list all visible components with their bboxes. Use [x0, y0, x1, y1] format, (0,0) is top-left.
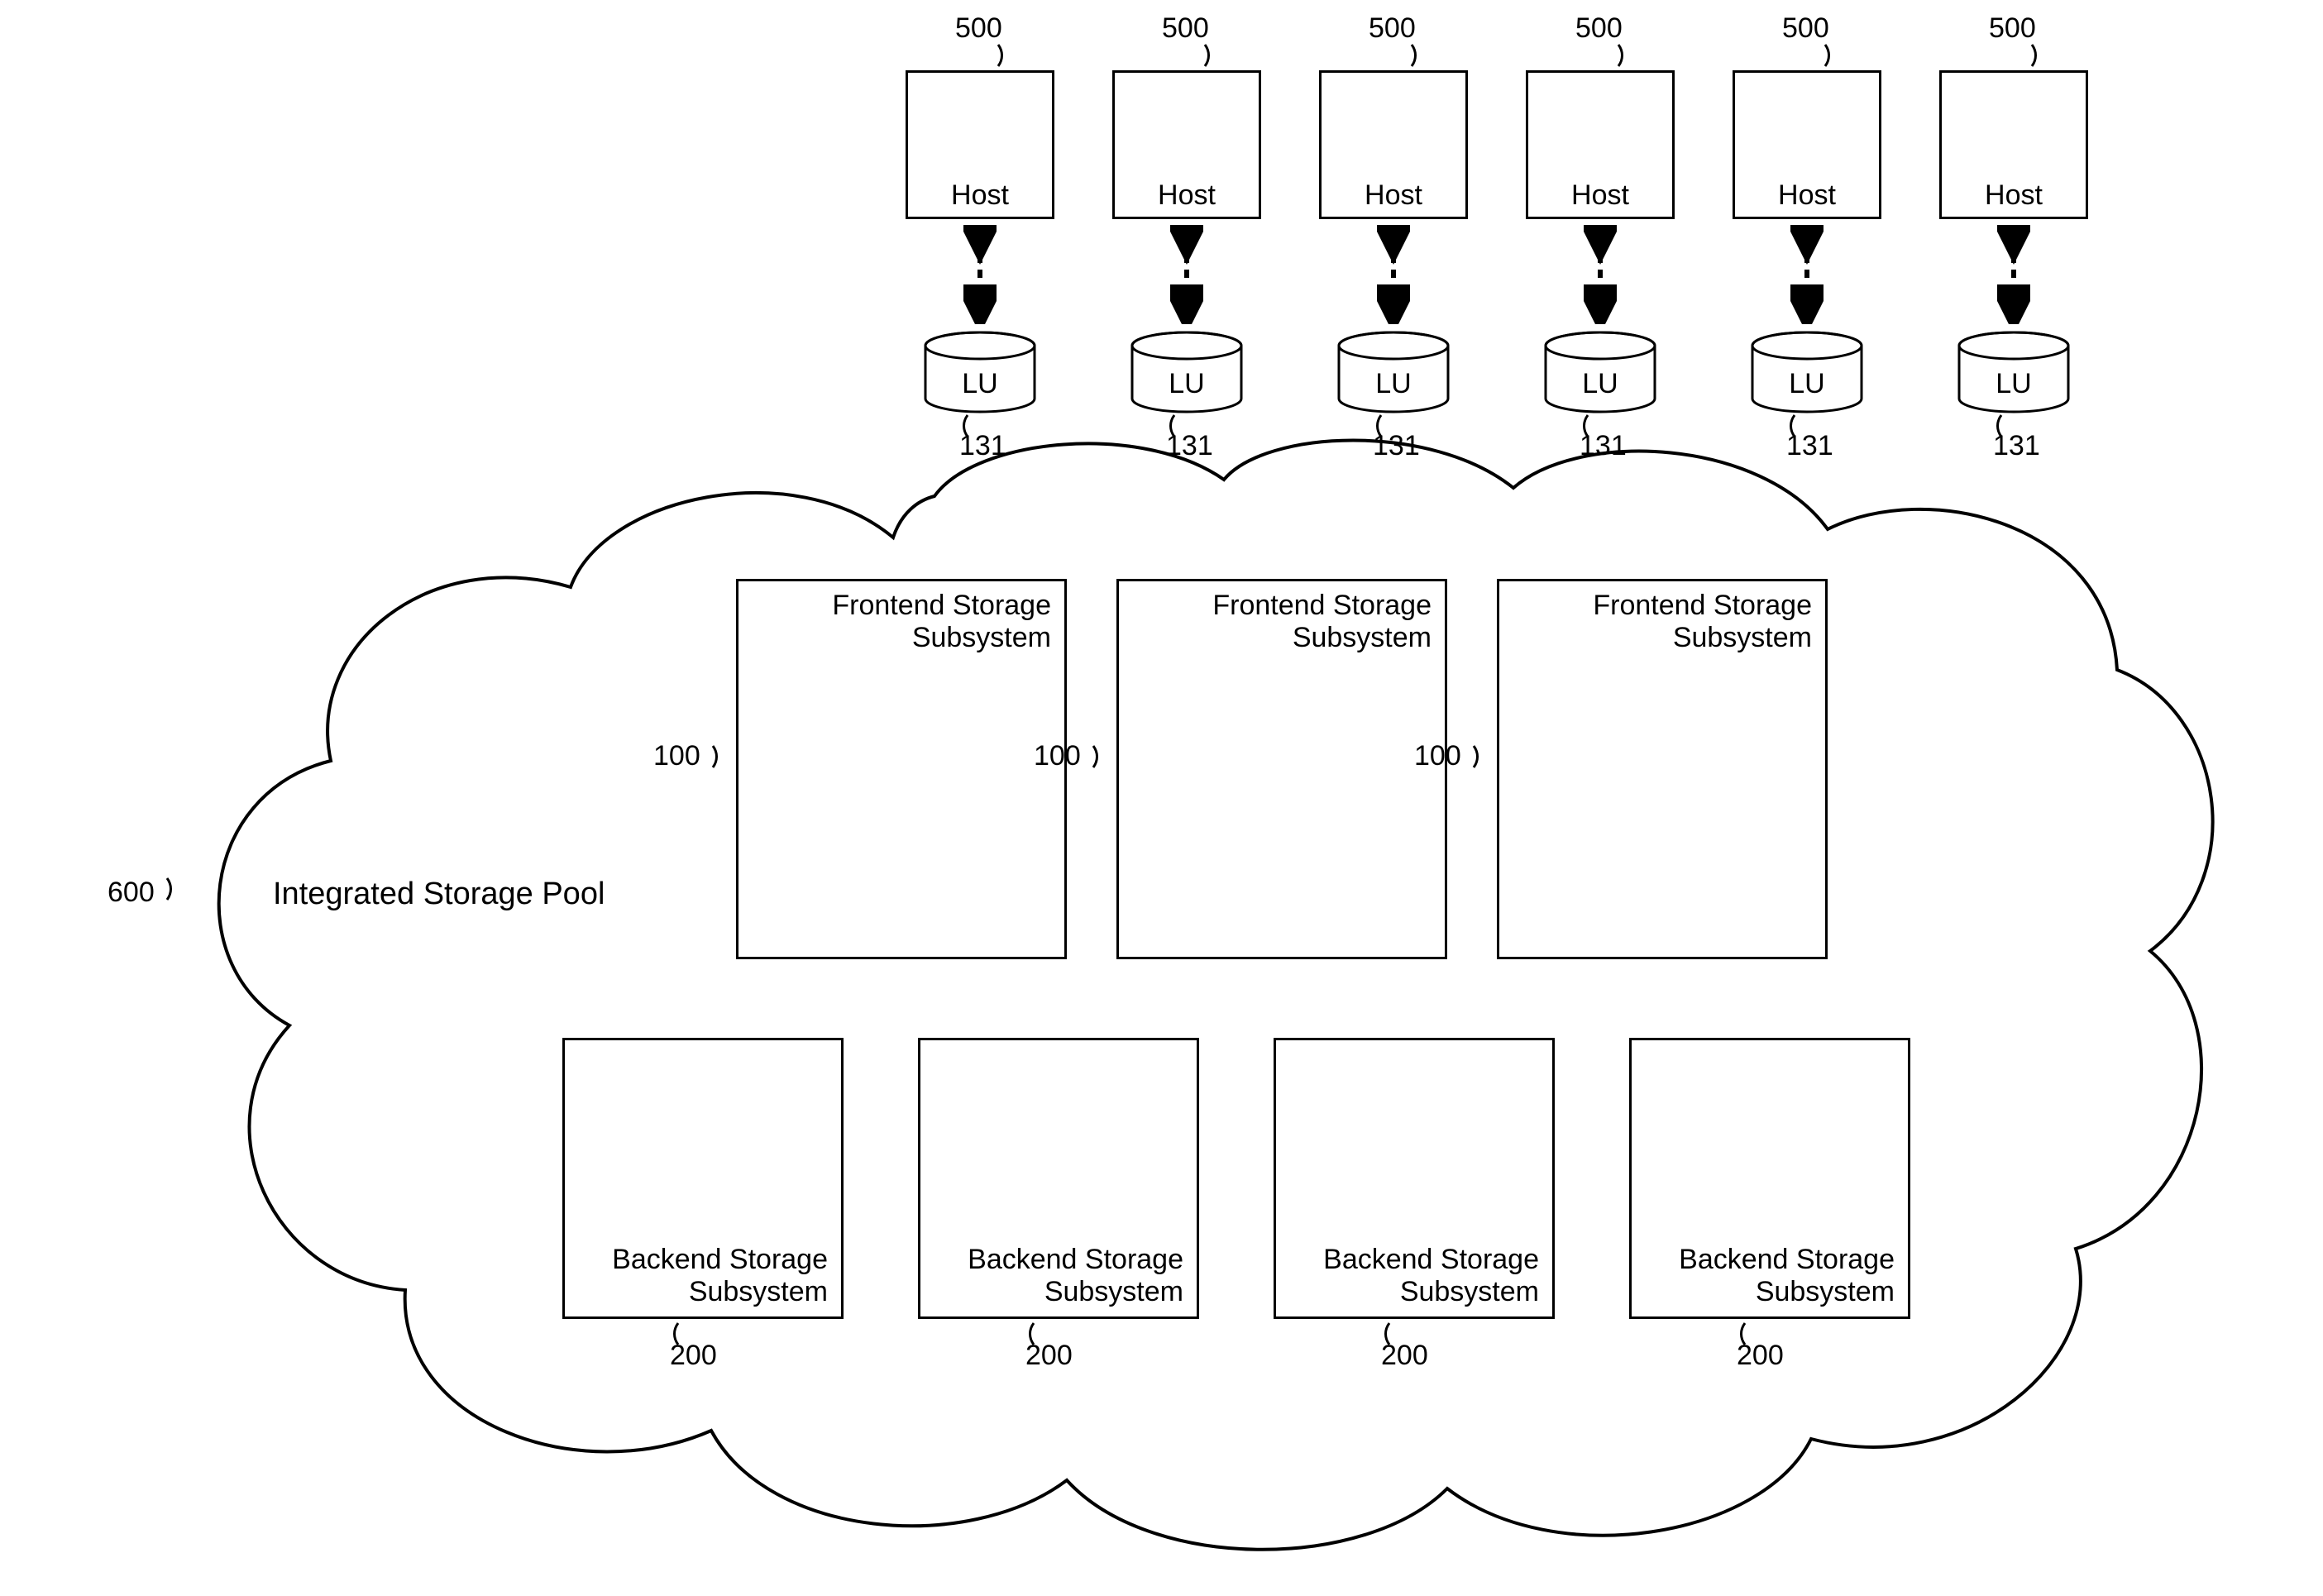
host-label: Host [1571, 179, 1629, 212]
tick-icon [1158, 413, 1176, 438]
frontend-ref-3: 100 [1414, 740, 1461, 772]
host-ref-3: 500 [1369, 12, 1416, 45]
frontend-label: Frontend Storage Subsystem [1132, 590, 1432, 654]
tick-icon [1824, 43, 1842, 68]
host-ref-5: 500 [1782, 12, 1829, 45]
tick-icon [1410, 43, 1428, 68]
tick-icon [662, 1321, 680, 1346]
tick-icon [1092, 744, 1110, 769]
lu-cylinder: LU [1542, 331, 1658, 413]
frontend-box: Frontend Storage Subsystem [1116, 579, 1447, 959]
lu-label: LU [1956, 368, 2072, 400]
lu-label: LU [1336, 368, 1451, 400]
frontend-box: Frontend Storage Subsystem [1497, 579, 1828, 959]
lu-cylinder: LU [1956, 331, 2072, 413]
host-label: Host [951, 179, 1009, 212]
backend-label: Backend Storage Subsystem [578, 1244, 828, 1308]
lu-label: LU [1129, 368, 1245, 400]
lu-label: LU [1542, 368, 1658, 400]
tick-icon [1203, 43, 1221, 68]
host-box: Host [1112, 70, 1261, 219]
tick-icon [1472, 744, 1490, 769]
lu-label: LU [922, 368, 1038, 400]
tick-icon [2030, 43, 2048, 68]
pool-label: Integrated Storage Pool [273, 877, 605, 912]
tick-icon [1778, 413, 1796, 438]
lu-cylinder: LU [1336, 331, 1451, 413]
lu-cylinder: LU [922, 331, 1038, 413]
tick-icon [165, 877, 184, 901]
backend-box: Backend Storage Subsystem [1629, 1038, 1910, 1319]
tick-icon [1373, 1321, 1391, 1346]
host-label: Host [1365, 179, 1422, 212]
frontend-box: Frontend Storage Subsystem [736, 579, 1067, 959]
tick-icon [1017, 1321, 1035, 1346]
bidir-arrow-icon [1997, 225, 2030, 324]
backend-box: Backend Storage Subsystem [562, 1038, 844, 1319]
tick-icon [1571, 413, 1589, 438]
frontend-label: Frontend Storage Subsystem [752, 590, 1051, 654]
bidir-arrow-icon [1584, 225, 1617, 324]
tick-icon [1985, 413, 2003, 438]
frontend-label: Frontend Storage Subsystem [1513, 590, 1812, 654]
backend-box: Backend Storage Subsystem [918, 1038, 1199, 1319]
host-ref-4: 500 [1575, 12, 1623, 45]
tick-icon [1728, 1321, 1747, 1346]
tick-icon [1617, 43, 1635, 68]
lu-cylinder: LU [1749, 331, 1865, 413]
host-label: Host [1985, 179, 2043, 212]
host-box: Host [1733, 70, 1881, 219]
pool-ref: 600 [108, 877, 155, 909]
lu-label: LU [1749, 368, 1865, 400]
host-ref-1: 500 [955, 12, 1002, 45]
bidir-arrow-icon [1170, 225, 1203, 324]
host-box: Host [1939, 70, 2088, 219]
host-box: Host [1526, 70, 1675, 219]
lu-cylinder: LU [1129, 331, 1245, 413]
tick-icon [711, 744, 729, 769]
host-box: Host [906, 70, 1054, 219]
tick-icon [951, 413, 969, 438]
host-label: Host [1778, 179, 1836, 212]
host-ref-2: 500 [1162, 12, 1209, 45]
bidir-arrow-icon [1377, 225, 1410, 324]
frontend-ref-2: 100 [1034, 740, 1081, 772]
tick-icon [1365, 413, 1383, 438]
bidir-arrow-icon [1790, 225, 1824, 324]
host-label: Host [1158, 179, 1216, 212]
tick-icon [997, 43, 1015, 68]
host-box: Host [1319, 70, 1468, 219]
backend-label: Backend Storage Subsystem [934, 1244, 1183, 1308]
host-ref-6: 500 [1989, 12, 2036, 45]
bidir-arrow-icon [963, 225, 997, 324]
backend-label: Backend Storage Subsystem [1289, 1244, 1539, 1308]
backend-label: Backend Storage Subsystem [1645, 1244, 1895, 1308]
frontend-ref-1: 100 [653, 740, 700, 772]
backend-box: Backend Storage Subsystem [1274, 1038, 1555, 1319]
